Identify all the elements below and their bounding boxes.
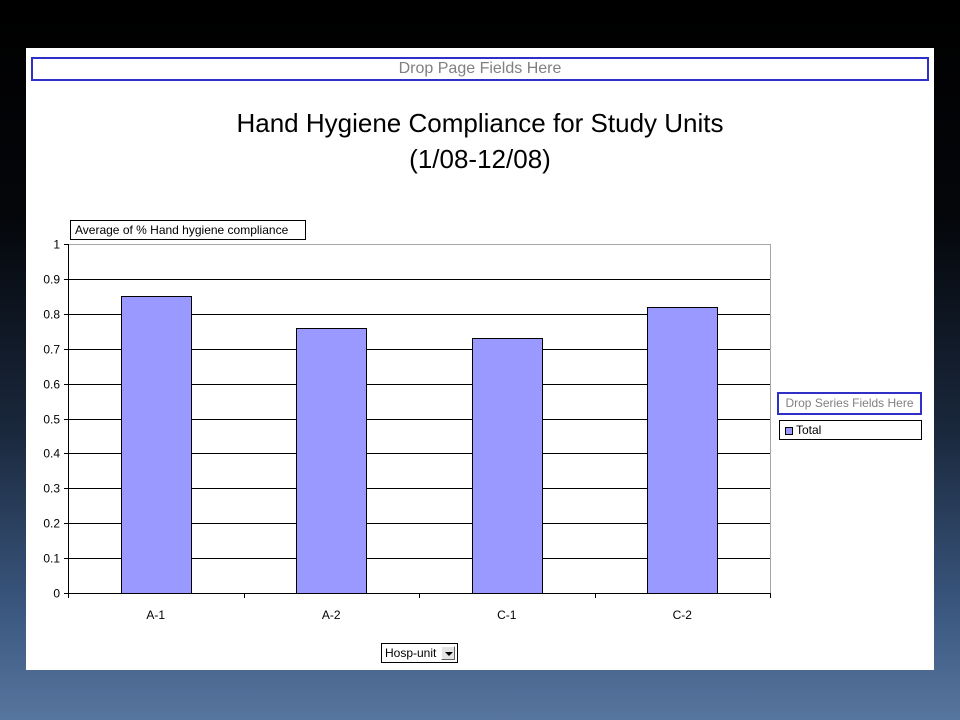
- page-fields-drop-label: Drop Page Fields Here: [398, 60, 562, 77]
- series-fields-drop-zone[interactable]: Drop Series Fields Here: [777, 392, 922, 415]
- y-tick-label: 0.6: [43, 378, 60, 392]
- y-tick-label: 0.2: [43, 517, 60, 531]
- y-tick-label: 0.9: [43, 273, 60, 287]
- bar-c-1: [472, 338, 543, 594]
- dropdown-arrow-button[interactable]: [441, 646, 455, 660]
- y-tick-label: 0.3: [43, 482, 60, 496]
- category-field-dropdown[interactable]: Hosp-unit: [381, 643, 458, 663]
- chart-title: Hand Hygiene Compliance for Study Units: [236, 108, 724, 138]
- data-field-label: Average of % Hand hygiene compliance: [75, 223, 289, 237]
- x-category-label: C-1: [497, 608, 517, 622]
- y-tick-label: 0.4: [43, 447, 60, 461]
- x-category-label: A-1: [146, 608, 165, 622]
- y-tick-label: 0.5: [43, 413, 60, 427]
- bar-a-1: [121, 296, 192, 594]
- y-tick-label: 0.1: [43, 552, 60, 566]
- data-field-button[interactable]: Average of % Hand hygiene compliance: [70, 220, 306, 240]
- legend-label: Total: [796, 423, 822, 437]
- chart-subtitle: (1/08-12/08): [409, 144, 551, 174]
- y-tick-label: 0.8: [43, 308, 60, 322]
- y-tick-label: 0: [53, 587, 60, 601]
- series-fields-drop-label: Drop Series Fields Here: [785, 396, 914, 410]
- bar-c-2: [647, 307, 718, 594]
- category-field-label: Hosp-unit: [385, 646, 437, 660]
- bar-a-2: [296, 328, 367, 594]
- x-category-label: C-2: [673, 608, 693, 622]
- chart-title-block: Hand Hygiene Compliance for Study Units …: [26, 105, 934, 177]
- y-tick-label: 1: [53, 238, 60, 252]
- y-tick-label: 0.7: [43, 343, 60, 357]
- triangle-down-icon: [445, 652, 453, 656]
- page-fields-drop-zone[interactable]: Drop Page Fields Here: [31, 57, 929, 81]
- legend: Total: [779, 420, 922, 440]
- legend-swatch: [785, 427, 793, 435]
- x-category-label: A-2: [322, 608, 341, 622]
